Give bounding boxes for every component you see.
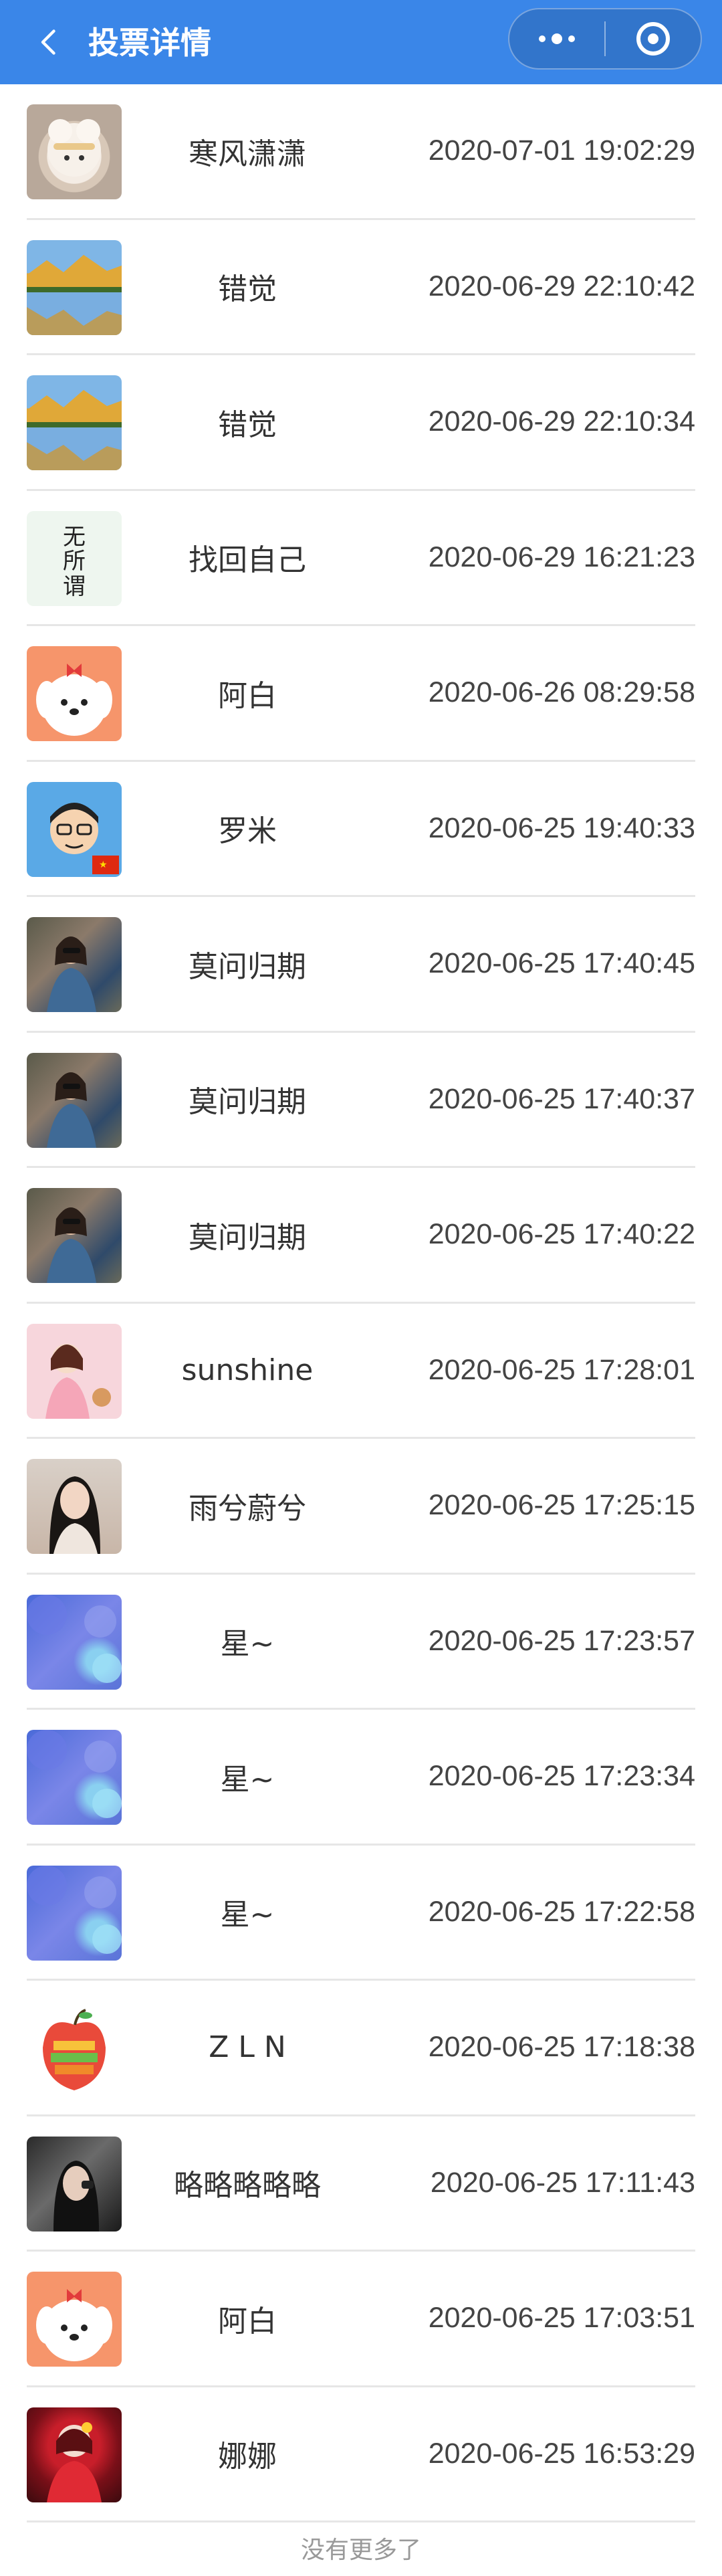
vote-row: 星~ 2020-06-25 17:22:58 [27,1846,695,1981]
vote-row: 莫问归期 2020-06-25 17:40:37 [27,1033,695,1168]
more-dots-icon [539,33,575,44]
vote-row: Z L N 2020-06-25 17:18:38 [27,1981,695,2116]
avatar [27,239,122,335]
page-title: 投票详情 [88,25,211,61]
voter-name: 莫问归期 [189,949,306,984]
vote-time: 2020-06-25 17:23:57 [428,1624,695,1657]
voter-name: 娜娜 [218,2440,277,2474]
vote-time: 2020-06-25 17:40:37 [428,1082,695,1115]
avatar [27,375,122,470]
vote-time: 2020-06-29 16:21:23 [428,540,695,573]
voter-name: 阿白 [218,678,277,713]
vote-row: 阿白 2020-06-26 08:29:58 [27,626,695,762]
avatar [27,104,122,199]
voter-name: sunshine [181,1353,314,1387]
svg-text:无: 无 [63,524,86,551]
voter-name: Z L N [209,2030,286,2065]
avatar [27,2001,122,2096]
avatar: ★ [27,781,122,877]
avatar [27,1052,122,1148]
no-more-text: 没有更多了 [300,2537,421,2564]
vote-row: 莫问归期 2020-06-25 17:40:45 [27,897,695,1033]
vote-time: 2020-06-29 22:10:42 [428,270,695,302]
voter-name: 雨兮蔚兮 [189,1491,306,1526]
vote-row: 雨兮蔚兮 2020-06-25 17:25:15 [27,1439,695,1575]
mini-program-capsule [508,8,702,70]
avatar [27,1730,122,1825]
vote-time: 2020-06-25 17:18:38 [428,2031,695,2064]
vote-time: 2020-06-25 17:11:43 [430,2166,695,2199]
vote-row: 星~ 2020-06-25 17:23:57 [27,1575,695,1710]
vote-time: 2020-06-26 08:29:58 [428,676,695,709]
vote-row: 略略略略略 2020-06-25 17:11:43 [27,2116,695,2252]
vote-time: 2020-06-25 17:22:58 [428,1895,695,1928]
svg-text:★: ★ [99,860,108,870]
vote-row: ★ 罗米 2020-06-25 19:40:33 [27,762,695,897]
vote-row: 娜娜 2020-06-25 16:53:29 [27,2387,695,2522]
target-circle-icon [636,22,670,56]
close-button[interactable] [606,9,701,68]
voter-name: 找回自己 [189,543,306,578]
vote-time: 2020-06-25 19:40:33 [428,811,695,844]
voter-name: 错觉 [218,407,277,442]
avatar [27,1594,122,1690]
svg-text:所: 所 [63,548,86,575]
voter-name: 星~ [220,1627,275,1662]
avatar [27,2407,122,2502]
vote-time: 2020-06-25 17:03:51 [428,2302,695,2335]
vote-time: 2020-07-01 19:02:29 [428,134,695,167]
avatar [27,917,122,1012]
vote-row: 无所谓 找回自己 2020-06-29 16:21:23 [27,491,695,626]
avatar [27,2136,122,2232]
vote-row: 错觉 2020-06-29 22:10:34 [27,355,695,491]
voter-name: 莫问归期 [189,1085,306,1120]
vote-row: 莫问归期 2020-06-25 17:40:22 [27,1168,695,1304]
vote-time: 2020-06-29 22:10:34 [428,405,695,438]
voter-name: 错觉 [218,272,277,307]
vote-time: 2020-06-25 17:40:45 [428,947,695,980]
vote-row: 错觉 2020-06-29 22:10:42 [27,220,695,355]
avatar [27,1459,122,1554]
voter-name: 寒风潇潇 [189,136,306,171]
vote-row: 星~ 2020-06-25 17:23:34 [27,1710,695,1846]
voter-name: 莫问归期 [189,1220,306,1255]
avatar [27,1865,122,1961]
nav-bar: 投票详情 [0,0,722,84]
vote-row: 阿白 2020-06-25 17:03:51 [27,2252,695,2387]
voter-name: 略略略略略 [174,2169,321,2203]
svg-text:谓: 谓 [63,573,86,600]
vote-list: 寒风潇潇 2020-07-01 19:02:29 错觉 2020-06-29 22:1… [27,84,695,2522]
vote-row: 寒风潇潇 2020-07-01 19:02:29 [27,84,695,220]
vote-time: 2020-06-25 17:23:34 [428,1760,695,1793]
voter-name: 阿白 [218,2304,277,2339]
more-button[interactable] [509,9,604,68]
voter-name: 罗米 [218,814,277,849]
vote-time: 2020-06-25 17:40:22 [428,1218,695,1251]
vote-time: 2020-06-25 16:53:29 [428,2437,695,2470]
vote-time: 2020-06-25 17:25:15 [428,1489,695,1522]
vote-row: sunshine 2020-06-25 17:28:01 [27,1304,695,1439]
chevron-left-icon [41,29,55,55]
avatar: 无所谓 [27,510,122,606]
voter-name: 星~ [220,1762,275,1797]
vote-time: 2020-06-25 17:28:01 [428,1353,695,1386]
avatar [27,2272,122,2367]
avatar [27,646,122,741]
avatar [27,1323,122,1419]
back-button[interactable] [27,19,74,66]
voter-name: 星~ [220,1898,275,1933]
avatar [27,1188,122,1283]
